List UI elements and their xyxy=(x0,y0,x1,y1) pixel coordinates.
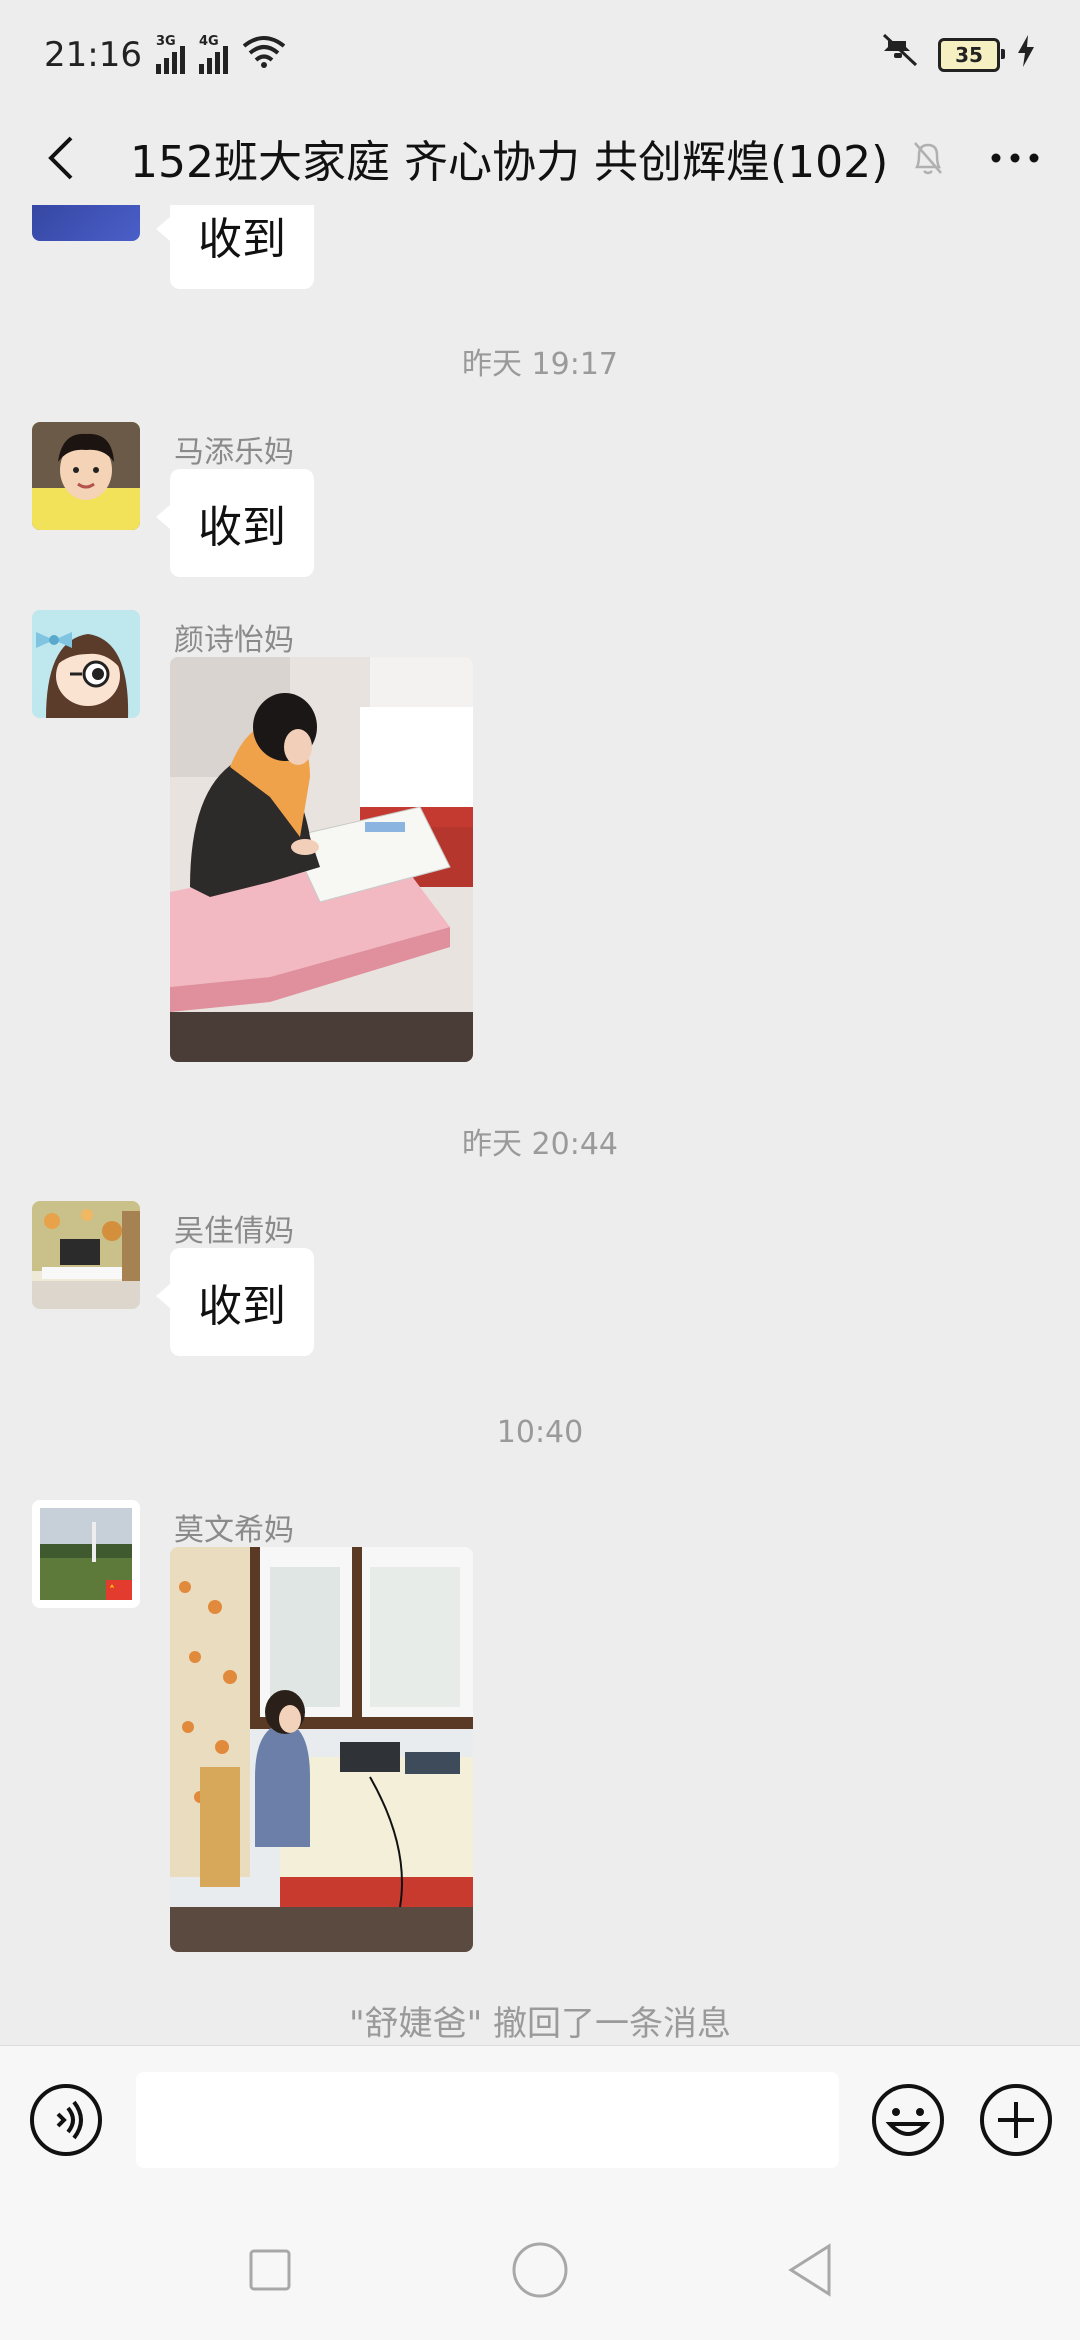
message-list[interactable]: 收到 昨天 19:17 马添乐妈 收到 颜诗怡妈 昨天 20:44 吴佳倩妈 收… xyxy=(0,205,1080,2045)
chat-header: 152班大家庭 齐心协力 共创辉煌(102) xyxy=(0,110,1080,205)
timestamp: 昨天 20:44 xyxy=(462,1127,618,1162)
message-bubble[interactable]: 收到 xyxy=(156,469,314,577)
avatar[interactable] xyxy=(32,1201,140,1309)
timestamp: 10:40 xyxy=(496,1415,584,1450)
vibrate-muted-icon xyxy=(878,31,922,80)
charging-icon xyxy=(1016,34,1036,76)
back-triangle-icon[interactable] xyxy=(775,2235,845,2305)
home-circle-icon[interactable] xyxy=(505,2235,575,2305)
recall-notice: "舒婕爸" 撤回了一条消息 xyxy=(348,2004,732,2044)
status-left: 21:16 3G 4G xyxy=(44,34,286,77)
network-3g-label: 3G xyxy=(155,34,176,49)
photo-message[interactable] xyxy=(170,1547,473,1952)
photo-message[interactable] xyxy=(170,657,473,1062)
avatar[interactable] xyxy=(32,610,140,718)
message-text: 收到 xyxy=(198,214,286,265)
chat-screen: 21:16 3G 4G 35 152班大家庭 齐心协力 共创辉煌(102) 收到… xyxy=(0,0,1080,2340)
input-bar xyxy=(0,2045,1080,2195)
battery-icon: 35 xyxy=(938,38,1005,72)
emoji-icon[interactable] xyxy=(870,2082,946,2158)
avatar[interactable] xyxy=(32,205,140,241)
avatar[interactable] xyxy=(32,422,140,530)
message-bubble[interactable]: 收到 xyxy=(156,1248,314,1356)
wifi-icon xyxy=(242,34,286,77)
chat-title: 152班大家庭 齐心协力 共创辉煌(102) xyxy=(130,136,889,188)
timestamp: 昨天 19:17 xyxy=(462,347,618,382)
voice-icon[interactable] xyxy=(28,2082,104,2158)
network-4g-label: 4G xyxy=(198,34,219,49)
avatar[interactable] xyxy=(32,1500,140,1608)
message-bubble[interactable]: 收到 xyxy=(156,205,314,289)
sender-name: 颜诗怡妈 xyxy=(174,623,294,658)
recents-square-icon[interactable] xyxy=(235,2235,305,2305)
sender-name: 吴佳倩妈 xyxy=(174,1214,294,1249)
battery-level: 35 xyxy=(955,43,983,67)
status-right: 35 xyxy=(878,31,1036,80)
message-text: 收到 xyxy=(198,502,286,553)
sender-name: 莫文希妈 xyxy=(174,1513,294,1548)
back-arrow-icon[interactable] xyxy=(30,128,90,188)
message-input[interactable] xyxy=(136,2072,839,2168)
bell-muted-icon xyxy=(906,136,950,180)
status-time: 21:16 xyxy=(44,35,142,75)
more-dots-icon[interactable] xyxy=(980,128,1050,188)
plus-icon[interactable] xyxy=(978,2082,1054,2158)
system-nav-bar xyxy=(0,2195,1080,2340)
sender-name: 马添乐妈 xyxy=(174,435,294,470)
status-bar: 21:16 3G 4G 35 xyxy=(0,0,1080,110)
message-text: 收到 xyxy=(198,1281,286,1332)
signal-4g-icon: 4G xyxy=(198,34,228,74)
signal-3g-icon: 3G xyxy=(155,34,185,74)
